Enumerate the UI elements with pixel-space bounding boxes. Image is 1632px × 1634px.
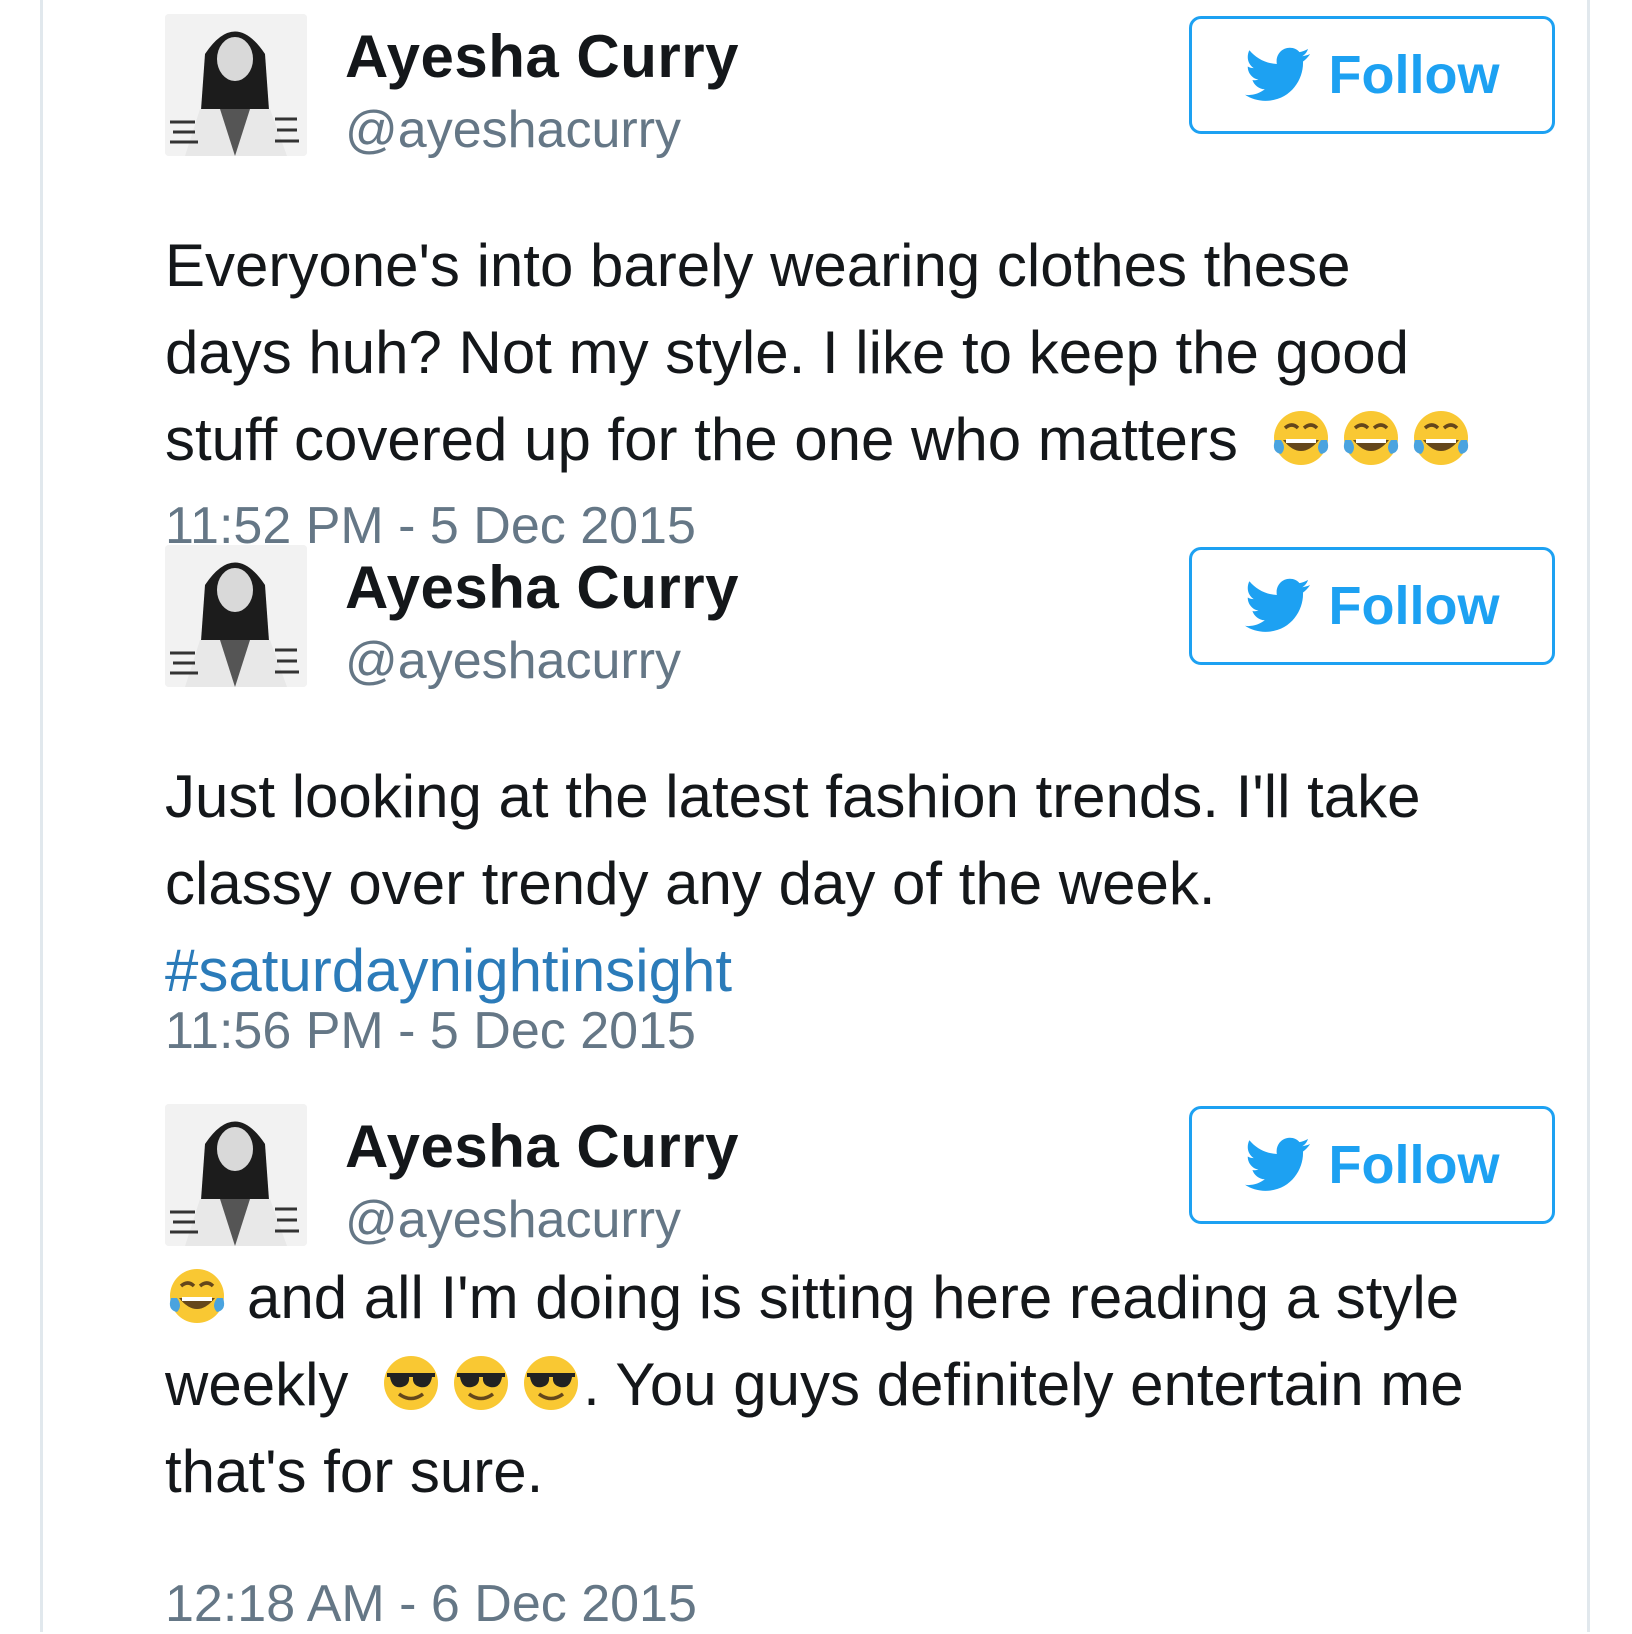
- tweet-timestamp[interactable]: 11:56 PM - 5 Dec 2015: [165, 1001, 696, 1061]
- face-with-tears-of-joy-icon: [1409, 406, 1473, 470]
- tweet-text: Just looking at the latest fashion trend…: [165, 753, 1565, 1014]
- tweet-line-text: weekly: [165, 1351, 349, 1418]
- tweet-line: classy over trendy any day of the week.: [165, 850, 1216, 917]
- follow-button[interactable]: Follow: [1189, 547, 1555, 665]
- smiling-face-with-sunglasses-icon: [379, 1351, 443, 1415]
- follow-button[interactable]: Follow: [1189, 16, 1555, 134]
- twitter-bird-icon: [1244, 47, 1310, 101]
- face-with-tears-of-joy-icon: [1269, 406, 1333, 470]
- tweet-line: weekly . You guys definitely entertain m…: [165, 1341, 1565, 1428]
- tweet-line: days huh? Not my style. I like to keep t…: [165, 319, 1410, 386]
- tweet-line-text: . You guys definitely entertain me: [583, 1351, 1464, 1418]
- tweet-text: and all I'm doing is sitting here readin…: [165, 1254, 1565, 1515]
- tweet-line-text: and all I'm doing is sitting here readin…: [247, 1264, 1460, 1331]
- tweet-line: and all I'm doing is sitting here readin…: [165, 1254, 1565, 1341]
- user-handle[interactable]: @ayeshacurry: [345, 100, 681, 160]
- avatar[interactable]: [165, 1104, 307, 1246]
- face-with-tears-of-joy-icon: [1339, 406, 1403, 470]
- avatar[interactable]: [165, 545, 307, 687]
- tweet-timestamp[interactable]: 12:18 AM - 6 Dec 2015: [165, 1574, 697, 1634]
- avatar[interactable]: [165, 14, 307, 156]
- face-with-tears-of-joy-icon: [165, 1264, 229, 1328]
- follow-label: Follow: [1328, 576, 1500, 636]
- avatar-image: [165, 14, 307, 156]
- tweet-line: that's for sure.: [165, 1438, 544, 1505]
- follow-button[interactable]: Follow: [1189, 1106, 1555, 1224]
- twitter-bird-icon: [1244, 578, 1310, 632]
- smiling-face-with-sunglasses-icon: [519, 1351, 583, 1415]
- tweet-line: Just looking at the latest fashion trend…: [165, 763, 1421, 830]
- follow-label: Follow: [1328, 1135, 1500, 1195]
- timeline-frame: Ayesha Curry @ayeshacurry Follow Everyon…: [40, 0, 1590, 1634]
- avatar-image: [165, 545, 307, 687]
- user-handle[interactable]: @ayeshacurry: [345, 1190, 681, 1250]
- follow-label: Follow: [1328, 45, 1500, 105]
- smiling-face-with-sunglasses-icon: [449, 1351, 513, 1415]
- display-name[interactable]: Ayesha Curry: [345, 22, 739, 91]
- tweet-line: stuff covered up for the one who matters: [165, 396, 1565, 483]
- tweet-line-text: stuff covered up for the one who matters: [165, 406, 1238, 473]
- tweet-line: Everyone's into barely wearing clothes t…: [165, 232, 1351, 299]
- display-name[interactable]: Ayesha Curry: [345, 553, 739, 622]
- user-handle[interactable]: @ayeshacurry: [345, 631, 681, 691]
- avatar-image: [165, 1104, 307, 1246]
- display-name[interactable]: Ayesha Curry: [345, 1112, 739, 1181]
- tweet-text: Everyone's into barely wearing clothes t…: [165, 222, 1565, 483]
- twitter-bird-icon: [1244, 1137, 1310, 1191]
